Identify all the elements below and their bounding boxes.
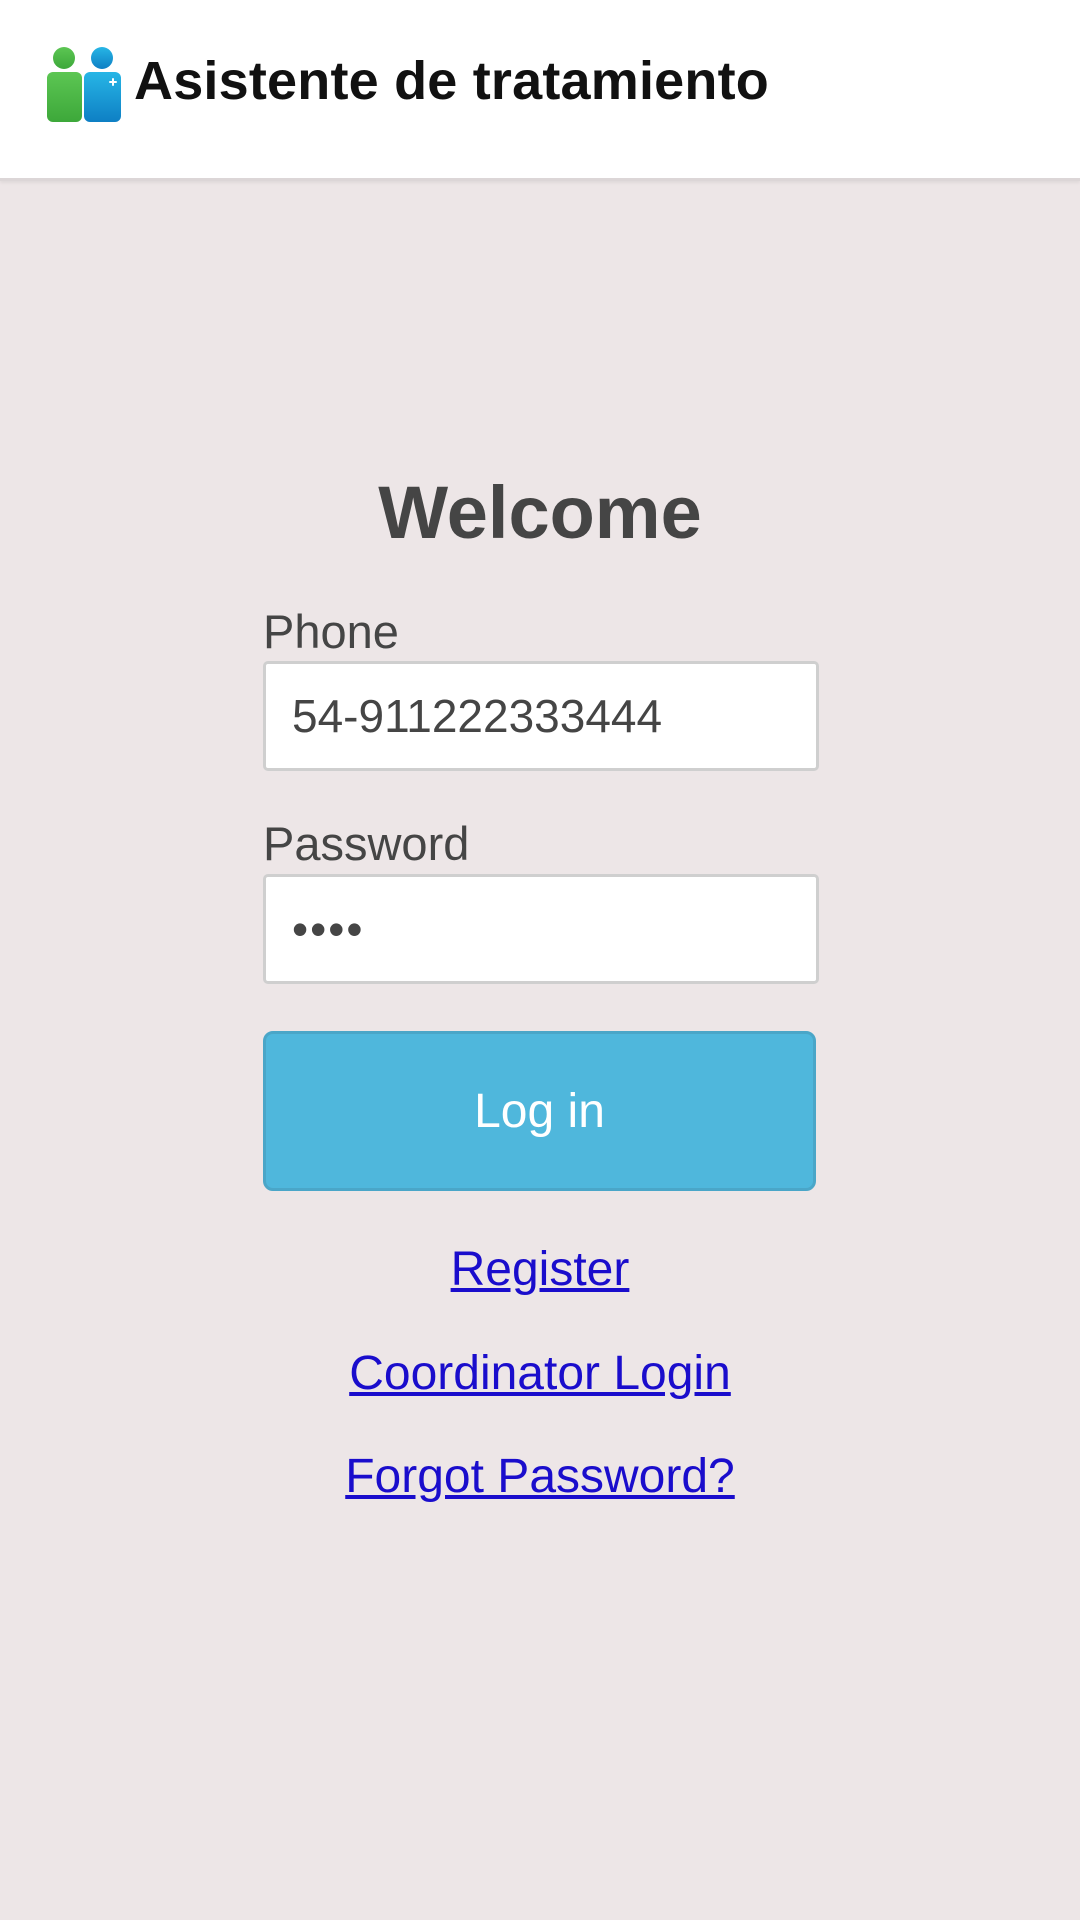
phone-input[interactable] [263,661,819,771]
app-title: Asistente de tratamiento [134,51,769,111]
coordinator-login-link-row: Coordinator Login [0,1346,1080,1401]
coordinator-login-link[interactable]: Coordinator Login [349,1347,731,1400]
app-logo-icon [47,47,121,122]
forgot-password-link[interactable]: Forgot Password? [345,1450,735,1503]
register-link[interactable]: Register [451,1243,630,1296]
login-button[interactable]: Log in [263,1031,816,1191]
phone-label: Phone [263,605,399,658]
password-input[interactable] [263,874,819,984]
forgot-password-link-row: Forgot Password? [0,1449,1080,1504]
register-link-row: Register [0,1242,1080,1297]
password-label: Password [263,817,470,870]
welcome-heading: Welcome [378,471,702,554]
app-header: Asistente de tratamiento [0,0,1080,181]
